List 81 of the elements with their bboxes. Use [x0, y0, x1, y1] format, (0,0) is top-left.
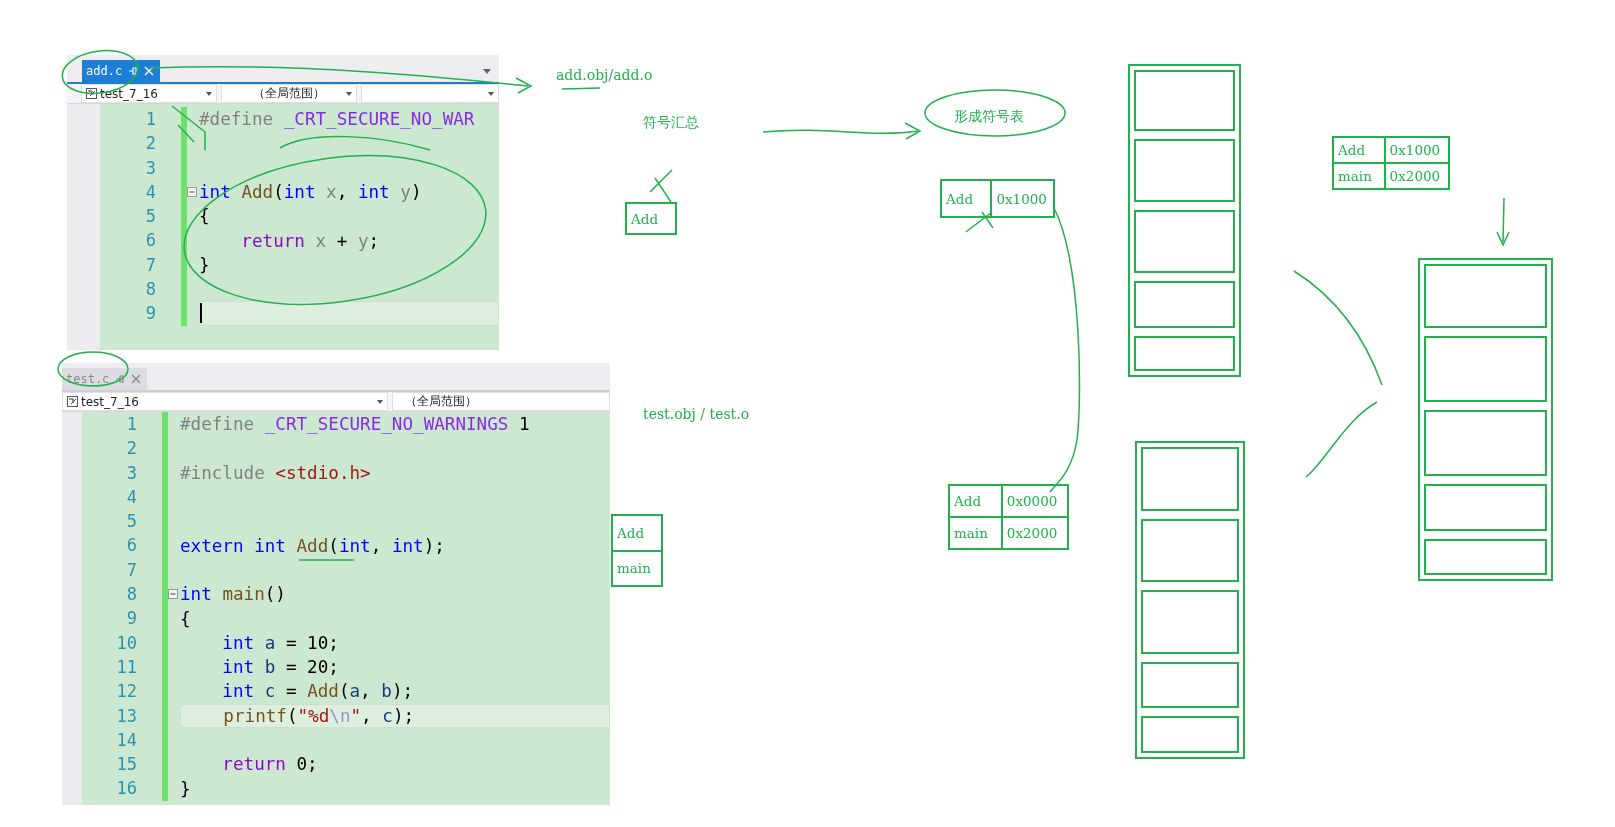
line-number: 1 [144, 108, 156, 131]
line-number: 1 [125, 413, 137, 436]
code-line: return x + y; [240, 229, 380, 252]
line-number: 9 [125, 607, 137, 631]
project-icon [67, 396, 78, 407]
table-cell-text: 0x2000 [1005, 524, 1059, 543]
code-line: } [199, 253, 210, 276]
code-line: int main() [180, 583, 286, 606]
hand-drawn-ellipse [57, 351, 129, 387]
table-cell-text: Add [616, 523, 646, 543]
caret-icon [206, 92, 212, 96]
code-line: int Add(int x, int y) [199, 181, 422, 204]
line-number: 6 [144, 229, 156, 253]
table-cell-text: 0x1000 [1388, 141, 1442, 160]
table-cell: Add [942, 181, 993, 216]
pin-icon[interactable] [128, 66, 139, 76]
annotation-text: 形成符号表 [954, 108, 1024, 126]
caret-icon [377, 400, 383, 404]
code-line: #define _CRT_SECURE_NO_WAR [199, 108, 475, 131]
line-number: 8 [144, 278, 156, 302]
line-number: 4 [144, 180, 156, 204]
project-dropdown[interactable]: test_7_16 [81, 84, 217, 103]
close-icon[interactable] [131, 374, 142, 384]
code-line: int c = Add(a, b); [221, 680, 414, 703]
line-number: 3 [125, 461, 137, 485]
pin-icon[interactable] [115, 374, 126, 384]
caret-icon [346, 92, 352, 96]
table-cell: main [950, 518, 1003, 548]
line-number: 16 [115, 777, 137, 801]
table-cell-text: 0x2000 [1388, 167, 1442, 186]
code-line: printf("%d\n", c); [222, 704, 415, 727]
collapse-icon[interactable] [187, 187, 197, 198]
table-cell-text: 0x0000 [1005, 492, 1059, 511]
dropdown-caret-icon[interactable] [483, 69, 491, 74]
line-number: 12 [115, 680, 137, 704]
table-cell-text: Add [630, 209, 660, 229]
line-number: 10 [115, 631, 137, 655]
line-number: 7 [144, 253, 156, 277]
hand-drawn-line [561, 87, 601, 90]
annotation-text: test.obj / test.o [643, 406, 750, 422]
table-cell: Add [1334, 138, 1386, 162]
code-line: { [180, 607, 191, 630]
caret-icon [488, 92, 494, 96]
hand-drawn-line [298, 559, 355, 561]
annotation-text: add.obj/add.o [556, 67, 653, 83]
code-line: #include <stdio.h> [180, 461, 371, 484]
project-icon [86, 88, 97, 99]
line-number: 7 [125, 558, 137, 582]
project-dropdown[interactable]: test_7_16 [62, 392, 388, 411]
annotation-text: 符号汇总 [643, 114, 699, 132]
line-number: 14 [115, 728, 137, 752]
hand-drawn-arrow [1496, 197, 1510, 247]
code-line: } [180, 777, 191, 800]
table-cell: Add [950, 486, 1003, 516]
line-number: 5 [125, 510, 137, 534]
table-cell: main [1334, 164, 1386, 188]
code-line: return 0; [221, 753, 318, 776]
code-line: { [199, 205, 210, 228]
code-line: extern int Add(int, int); [180, 534, 445, 557]
table-cell-text: 0x1000 [995, 189, 1048, 209]
member-dropdown[interactable] [361, 84, 499, 103]
line-number: 8 [125, 583, 137, 607]
line-number: 11 [115, 655, 137, 679]
line-number: 2 [125, 437, 137, 461]
line-number: 9 [144, 302, 156, 326]
collapse-icon[interactable] [168, 589, 178, 600]
code-line: int a = 10; [221, 631, 339, 654]
scope-dropdown[interactable]: （全局范围） [221, 84, 357, 103]
scope-dropdown[interactable]: （全局范围） [392, 392, 610, 411]
line-number: 13 [115, 704, 137, 728]
table-cell-text: main [616, 559, 652, 579]
line-number: 2 [144, 132, 156, 156]
line-number: 6 [125, 534, 137, 558]
file-tab[interactable]: add.c [82, 60, 161, 82]
line-number: 15 [115, 753, 137, 777]
line-number: 5 [144, 205, 156, 229]
line-number: 3 [144, 156, 156, 180]
code-line: #define _CRT_SECURE_NO_WARNINGS 1 [180, 413, 530, 436]
line-number: 4 [125, 485, 137, 509]
code-line: int b = 20; [221, 656, 339, 679]
text-cursor [200, 303, 202, 324]
